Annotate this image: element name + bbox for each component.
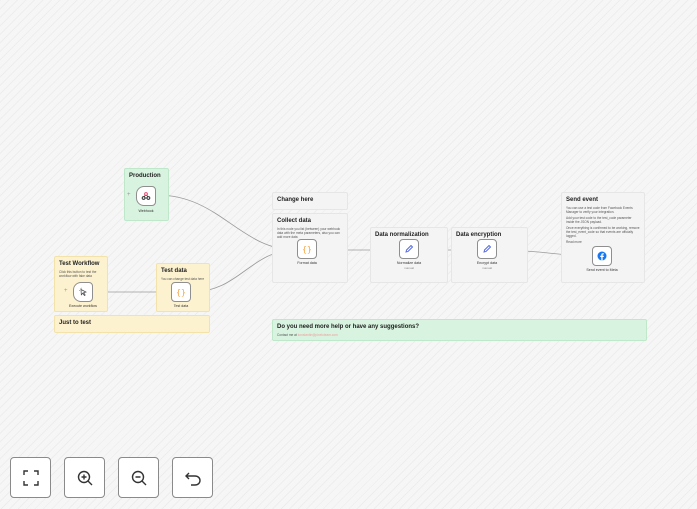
workflow-canvas[interactable]: Production Test Workflow Click this butt… [0, 0, 697, 509]
sticky-title: Just to test [59, 320, 92, 326]
node-test-data[interactable]: {} [171, 282, 191, 302]
sticky-title: Collect data [277, 218, 312, 224]
sticky-just-to-test[interactable]: Just to test [54, 315, 210, 333]
sticky-body: Contact me at konstantin@pixeloteam.com [277, 333, 642, 337]
node-label-normalize-data: Normalize data [396, 261, 422, 265]
node-encrypt-data[interactable] [477, 239, 497, 259]
sticky-title: Test data [161, 268, 187, 274]
contact-prefix: Contact me at [277, 333, 298, 337]
node-sub-encrypt-data: manual [482, 266, 492, 270]
sticky-title: Do you need more help or have any sugges… [277, 324, 420, 330]
sticky-body: Click this button to test the workflow w… [59, 270, 97, 278]
facebook-icon [597, 251, 607, 261]
node-label-webhook: Webhook [138, 209, 154, 213]
undo-icon [184, 472, 201, 486]
node-webhook[interactable] [136, 186, 156, 206]
zoom-out-icon [131, 470, 146, 485]
node-normalize-data[interactable] [399, 239, 419, 259]
node-label-test-data: Test data [173, 304, 189, 308]
sticky-title: Send event [566, 197, 599, 203]
pencil-icon [405, 244, 414, 253]
reset-zoom-button[interactable] [172, 457, 213, 498]
sticky-title: Change here [277, 197, 314, 203]
node-label-format-data: Format data [297, 261, 317, 265]
code-braces-icon: {} [176, 287, 186, 297]
contact-email-link[interactable]: konstantin@pixeloteam.com [298, 333, 338, 337]
sticky-title: Production [129, 173, 161, 179]
sticky-title: Data encryption [456, 232, 502, 238]
node-label-encrypt-data: Encrypt data [476, 261, 498, 265]
cursor-click-icon [78, 287, 87, 296]
zoom-in-icon [77, 470, 92, 485]
sticky-body: In this node you list (between) your web… [277, 227, 341, 239]
sticky-body: You can change test data here [161, 277, 205, 281]
node-format-data[interactable]: {} [297, 239, 317, 259]
fit-view-icon [22, 469, 39, 486]
zoom-out-button[interactable] [118, 457, 159, 498]
sticky-help[interactable]: Do you need more help or have any sugges… [272, 319, 647, 341]
sticky-title: Test Workflow [59, 261, 100, 267]
node-sub-normalize-data: manual [404, 266, 414, 270]
sticky-body-3: Once everything is confirmed to be worki… [566, 226, 640, 238]
webhook-icon [141, 192, 151, 200]
node-label-execute-workflow: Execute workflow [69, 304, 97, 308]
sticky-title: Data normalization [375, 232, 429, 238]
read-more-link[interactable]: Read more [566, 240, 640, 244]
node-send-event[interactable] [592, 246, 612, 266]
code-braces-icon: {} [302, 244, 312, 254]
zoom-to-fit-button[interactable] [10, 457, 51, 498]
sticky-body-1: You can use a test code from Facebook Ev… [566, 206, 633, 214]
sticky-change-here[interactable]: Change here [272, 192, 348, 210]
node-label-send-event: Send event to Meta [586, 268, 618, 272]
pencil-icon [483, 244, 492, 253]
add-input-plus[interactable]: + [64, 288, 68, 294]
add-input-plus[interactable]: + [127, 192, 131, 198]
sticky-body-2: Add your test code to the test_code para… [566, 216, 632, 224]
node-execute-workflow[interactable] [73, 282, 93, 302]
zoom-in-button[interactable] [64, 457, 105, 498]
